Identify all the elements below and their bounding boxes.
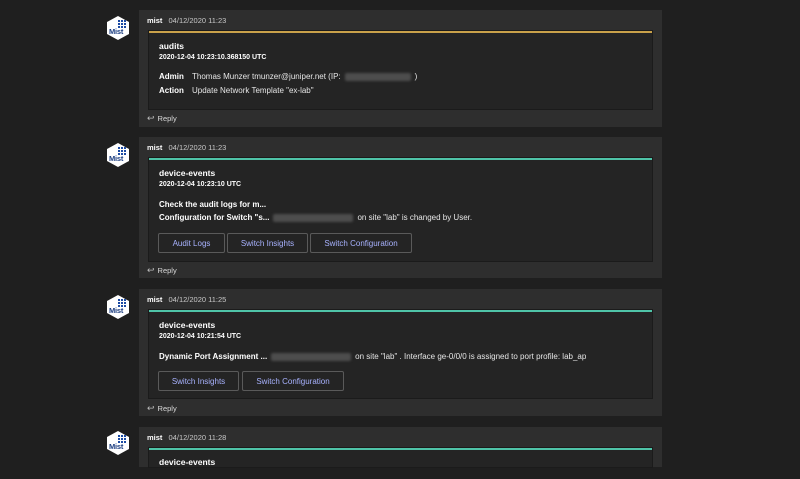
switch-configuration-button[interactable]: Switch Configuration: [242, 371, 344, 391]
adaptive-card: device-events: [148, 447, 653, 468]
switch-configuration-button[interactable]: Switch Configuration: [310, 233, 412, 253]
message-bubble: mist 04/12/2020 11:23 device-events 2020…: [139, 137, 662, 278]
reply-button[interactable]: ↩ Reply: [147, 265, 177, 276]
author-name[interactable]: mist: [147, 16, 162, 25]
message-bubble: mist 04/12/2020 11:25 device-events 2020…: [139, 289, 662, 416]
switch-insights-button[interactable]: Switch Insights: [227, 233, 308, 253]
adaptive-card: audits 2020-12-04 10:23:10.368150 UTC Ad…: [148, 30, 653, 110]
card-text-line: Configuration for Switch "s... on site "l…: [159, 213, 473, 222]
card-heading: Check the audit logs for m...: [159, 200, 267, 209]
fact-value-action: Update Network Template "ex-lab": [192, 86, 314, 95]
reply-arrow-icon: ↩: [147, 113, 155, 123]
adaptive-card: device-events 2020-12-04 10:21:54 UTC Dy…: [148, 309, 653, 399]
message-bubble: mist 04/12/2020 11:28 device-events: [139, 427, 662, 468]
author-name[interactable]: mist: [147, 433, 162, 442]
reply-label: Reply: [157, 114, 177, 123]
message-timestamp: 04/12/2020 11:28: [168, 433, 227, 442]
card-accent-bar: [149, 158, 652, 160]
redacted-switch-name: [273, 213, 354, 222]
card-title: audits: [159, 41, 185, 51]
redacted-switch-name: [271, 352, 352, 361]
reply-arrow-icon: ↩: [147, 403, 155, 413]
card-accent-bar: [149, 310, 652, 312]
card-datetime: 2020-12-04 10:23:10.368150 UTC: [159, 54, 267, 61]
switch-insights-button[interactable]: Switch Insights: [158, 371, 239, 391]
fact-value-admin: Thomas Munzer tmunzer@juniper.net (IP:): [192, 72, 418, 81]
redacted-ip: [344, 72, 411, 81]
reply-arrow-icon: ↩: [147, 265, 155, 275]
message-header: mist 04/12/2020 11:28: [147, 433, 226, 442]
card-datetime: 2020-12-04 10:21:54 UTC: [159, 333, 242, 340]
message-header: mist 04/12/2020 11:25: [147, 295, 226, 304]
reply-label: Reply: [157, 404, 177, 413]
card-title: device-events: [159, 168, 216, 178]
card-title: device-events: [159, 320, 216, 330]
message-timestamp: 04/12/2020 11:25: [168, 295, 227, 304]
reply-button[interactable]: ↩ Reply: [147, 113, 177, 124]
adaptive-card: device-events 2020-12-04 10:23:10 UTC Ch…: [148, 157, 653, 262]
fact-key-admin: Admin: [159, 72, 184, 81]
card-accent-bar: [149, 31, 652, 33]
message-timestamp: 04/12/2020 11:23: [168, 143, 227, 152]
mist-avatar-icon[interactable]: Mist: [107, 16, 129, 40]
message-timestamp: 04/12/2020 11:23: [168, 16, 227, 25]
card-datetime: 2020-12-04 10:23:10 UTC: [159, 181, 242, 188]
reply-label: Reply: [157, 266, 177, 275]
message-header: mist 04/12/2020 11:23: [147, 143, 226, 152]
reply-button[interactable]: ↩ Reply: [147, 403, 177, 414]
audit-logs-button[interactable]: Audit Logs: [158, 233, 225, 253]
message-bubble: mist 04/12/2020 11:23 audits 2020-12-04 …: [139, 10, 662, 127]
fact-key-action: Action: [159, 86, 184, 95]
card-title: device-events: [159, 457, 216, 467]
author-name[interactable]: mist: [147, 295, 162, 304]
card-accent-bar: [149, 448, 652, 450]
mist-avatar-icon[interactable]: Mist: [107, 295, 129, 319]
author-name[interactable]: mist: [147, 143, 162, 152]
message-header: mist 04/12/2020 11:23: [147, 16, 226, 25]
card-text-line: Dynamic Port Assignment ... on site "lab"…: [159, 352, 587, 361]
mist-avatar-icon[interactable]: Mist: [107, 431, 129, 455]
mist-avatar-icon[interactable]: Mist: [107, 143, 129, 167]
